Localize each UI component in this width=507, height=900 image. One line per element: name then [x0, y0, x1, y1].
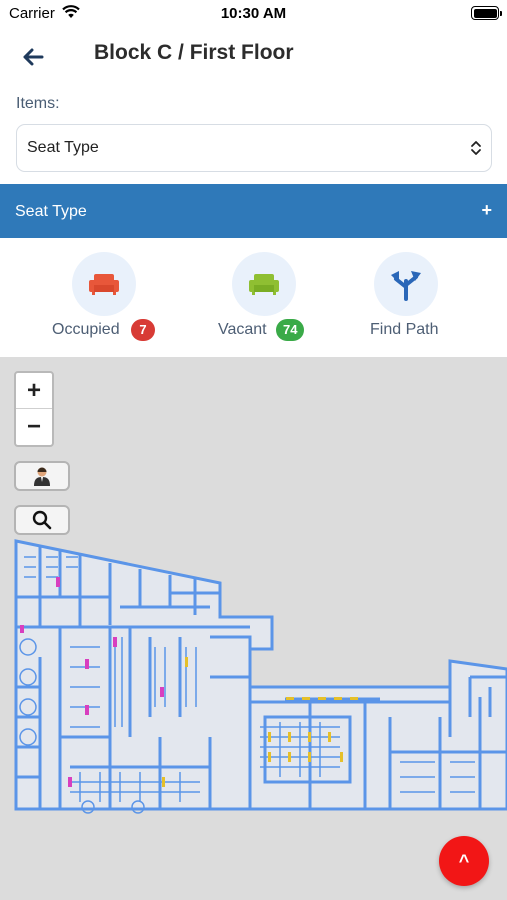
filter-occupied-label: Occupied	[52, 321, 120, 338]
person-icon	[34, 467, 50, 486]
battery-icon	[471, 6, 502, 20]
floor-map[interactable]: + −	[0, 357, 507, 900]
items-label: Items:	[16, 95, 60, 112]
plus-icon: +	[481, 200, 492, 220]
filter-find-path[interactable]: Find Path	[342, 252, 462, 347]
search-icon	[32, 510, 52, 530]
arrow-left-icon	[23, 48, 44, 66]
scroll-top-button[interactable]: ^	[439, 836, 489, 886]
sofa-icon	[89, 274, 119, 295]
occupied-icon-circle	[72, 252, 136, 316]
status-bar: Carrier 10:30 AM	[0, 0, 507, 28]
zoom-out-button[interactable]: −	[16, 409, 52, 445]
items-select-value: Seat Type	[27, 139, 99, 156]
vacant-count-badge: 74	[276, 319, 305, 341]
items-select[interactable]: Seat Type	[16, 124, 492, 172]
zoom-control: + −	[14, 371, 54, 447]
occupied-count-badge: 7	[131, 319, 155, 341]
vacant-icon-circle	[232, 252, 296, 316]
seat-type-accordion[interactable]: Seat Type +	[0, 184, 507, 238]
directions-icon	[391, 271, 421, 301]
accordion-title: Seat Type	[15, 203, 87, 220]
zoom-in-button[interactable]: +	[16, 373, 52, 409]
filter-vacant-label: Vacant	[218, 321, 267, 338]
filter-occupied[interactable]: Occupied 7	[40, 252, 160, 347]
status-time: 10:30 AM	[220, 5, 287, 22]
find-path-icon-circle	[374, 252, 438, 316]
locate-person-button[interactable]	[14, 461, 70, 491]
page-title: Block C / First Floor	[94, 41, 294, 64]
chevron-up-down-icon	[471, 141, 481, 155]
map-search-button[interactable]	[14, 505, 70, 535]
sofa-icon	[249, 274, 279, 295]
filter-vacant[interactable]: Vacant 74	[200, 252, 320, 347]
floor-plan	[14, 539, 507, 814]
back-button[interactable]	[16, 40, 50, 74]
filter-find-path-label: Find Path	[370, 321, 439, 338]
app-header: Block C / First Floor	[0, 28, 507, 88]
